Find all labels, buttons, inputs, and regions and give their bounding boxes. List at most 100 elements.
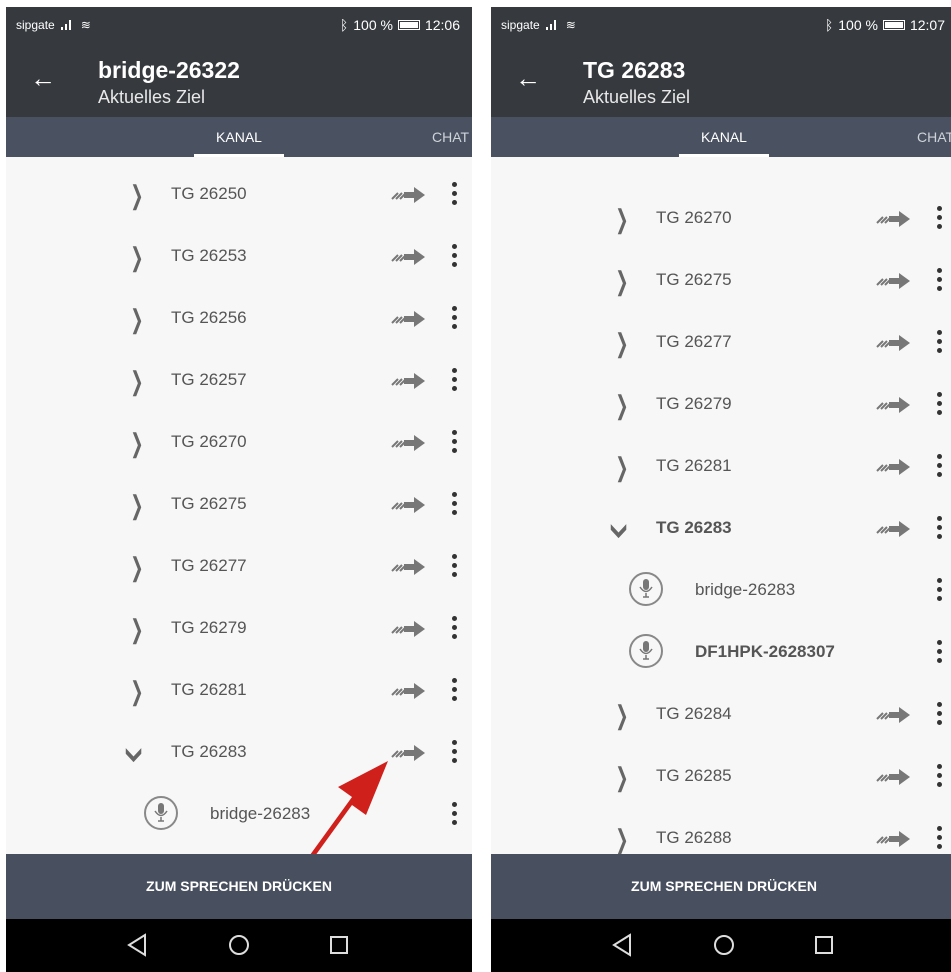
forward-arrow-icon[interactable] (390, 558, 426, 576)
chevron-right-icon[interactable]: ❯ (130, 430, 143, 456)
channel-row[interactable]: ❯ TG 26270 (491, 188, 951, 250)
push-to-talk-button[interactable]: ZUM SPRECHEN DRÜCKEN (491, 854, 951, 919)
nav-recent-apps-icon[interactable] (329, 935, 349, 955)
chevron-right-icon[interactable]: ❯ (130, 678, 143, 704)
back-arrow-icon[interactable]: ← (30, 65, 56, 91)
more-options-icon[interactable] (933, 700, 945, 730)
tab-chat[interactable]: CHAT (432, 129, 469, 145)
more-options-icon[interactable] (933, 576, 945, 606)
channel-row[interactable]: ❯ TG 26285 (491, 746, 951, 808)
more-options-icon[interactable] (448, 800, 460, 830)
status-bar: sipgate ≋ ᛒ 100 % 12:06 (6, 7, 472, 45)
channel-row[interactable]: ❯ TG 26257 (6, 350, 472, 412)
forward-arrow-icon[interactable] (390, 310, 426, 328)
channel-row[interactable]: ❯ TG 26277 (491, 312, 951, 374)
channel-row[interactable]: ❯ TG 26288 (491, 808, 951, 854)
more-options-icon[interactable] (448, 304, 460, 334)
chevron-right-icon[interactable]: ❯ (130, 244, 143, 270)
channel-row[interactable]: ❯ TG 26275 (491, 250, 951, 312)
page-title: TG 26283 (583, 57, 686, 83)
channel-row[interactable]: ❯ TG 26270 (6, 412, 472, 474)
back-arrow-icon[interactable]: ← (515, 65, 541, 91)
member-row[interactable]: bridge-26283 (6, 784, 472, 846)
more-options-icon[interactable] (933, 390, 945, 420)
channel-row[interactable]: ❯ TG 26279 (6, 598, 472, 660)
chevron-right-icon[interactable]: ❯ (130, 182, 143, 208)
forward-arrow-icon[interactable] (875, 706, 911, 724)
channel-row[interactable]: ❯ TG 26253 (6, 226, 472, 288)
nav-home-icon[interactable] (228, 934, 250, 956)
tab-kanal[interactable]: KANAL (194, 129, 284, 145)
more-options-icon[interactable] (448, 552, 460, 582)
channel-row[interactable]: ❯ TG 26281 (491, 436, 951, 498)
more-options-icon[interactable] (448, 242, 460, 272)
chevron-right-icon[interactable]: ❯ (130, 616, 143, 642)
chevron-down-icon[interactable]: ❯ (611, 520, 629, 542)
forward-arrow-icon[interactable] (875, 830, 911, 848)
more-options-icon[interactable] (448, 366, 460, 396)
more-options-icon[interactable] (448, 490, 460, 520)
member-label: bridge-26283 (695, 580, 796, 599)
more-options-icon[interactable] (933, 824, 945, 854)
forward-arrow-icon[interactable] (875, 520, 911, 538)
forward-arrow-icon[interactable] (390, 186, 426, 204)
chevron-right-icon[interactable]: ❯ (615, 330, 628, 356)
forward-arrow-icon[interactable] (390, 682, 426, 700)
tab-chat[interactable]: CHAT (917, 129, 951, 145)
more-options-icon[interactable] (448, 614, 460, 644)
channel-row-expanded[interactable]: ❯ TG 26283 (6, 722, 472, 784)
channel-label: TG 26277 (171, 556, 247, 575)
forward-arrow-icon[interactable] (390, 248, 426, 266)
channel-row[interactable]: ❯ TG 26250 (6, 164, 472, 226)
channel-row[interactable]: ❯ TG 26277 (6, 536, 472, 598)
chevron-right-icon[interactable]: ❯ (615, 764, 628, 790)
channel-row[interactable]: ❯ TG 26281 (6, 660, 472, 722)
channel-row-expanded[interactable]: ❯ TG 26283 (491, 498, 951, 560)
more-options-icon[interactable] (933, 266, 945, 296)
channel-row[interactable]: ❯ TG 26275 (6, 474, 472, 536)
tab-kanal[interactable]: KANAL (679, 129, 769, 145)
chevron-right-icon[interactable]: ❯ (615, 268, 628, 294)
more-options-icon[interactable] (448, 180, 460, 210)
more-options-icon[interactable] (448, 676, 460, 706)
more-options-icon[interactable] (448, 428, 460, 458)
forward-arrow-icon[interactable] (390, 620, 426, 638)
channel-row[interactable]: ❯ TG 26256 (6, 288, 472, 350)
forward-arrow-icon[interactable] (875, 334, 911, 352)
forward-arrow-icon[interactable] (390, 372, 426, 390)
push-to-talk-button[interactable]: ZUM SPRECHEN DRÜCKEN (6, 854, 472, 919)
forward-arrow-icon[interactable] (875, 768, 911, 786)
forward-arrow-icon[interactable] (875, 272, 911, 290)
chevron-right-icon[interactable]: ❯ (130, 492, 143, 518)
nav-back-icon[interactable] (126, 933, 148, 957)
forward-arrow-icon[interactable] (390, 496, 426, 514)
chevron-right-icon[interactable]: ❯ (615, 454, 628, 480)
channel-row[interactable]: ❯ TG 26279 (491, 374, 951, 436)
channel-row[interactable]: ❯ TG 26284 (491, 684, 951, 746)
chevron-right-icon[interactable]: ❯ (615, 392, 628, 418)
member-row[interactable]: bridge-26283 (491, 560, 951, 622)
more-options-icon[interactable] (448, 738, 460, 768)
more-options-icon[interactable] (933, 204, 945, 234)
member-row[interactable]: DF1HPK-2628307 (491, 622, 951, 684)
chevron-right-icon[interactable]: ❯ (615, 702, 628, 728)
chevron-right-icon[interactable]: ❯ (130, 368, 143, 394)
more-options-icon[interactable] (933, 514, 945, 544)
forward-arrow-icon[interactable] (875, 210, 911, 228)
chevron-down-icon[interactable]: ❯ (126, 744, 144, 766)
more-options-icon[interactable] (933, 452, 945, 482)
chevron-right-icon[interactable]: ❯ (130, 306, 143, 332)
chevron-right-icon[interactable]: ❯ (615, 826, 628, 852)
chevron-right-icon[interactable]: ❯ (615, 206, 628, 232)
forward-arrow-icon[interactable] (875, 396, 911, 414)
more-options-icon[interactable] (933, 638, 945, 668)
chevron-right-icon[interactable]: ❯ (130, 554, 143, 580)
forward-arrow-icon[interactable] (875, 458, 911, 476)
nav-back-icon[interactable] (611, 933, 633, 957)
nav-home-icon[interactable] (713, 934, 735, 956)
forward-arrow-icon[interactable] (390, 434, 426, 452)
battery-icon (882, 20, 905, 30)
nav-recent-apps-icon[interactable] (814, 935, 834, 955)
more-options-icon[interactable] (933, 762, 945, 792)
more-options-icon[interactable] (933, 328, 945, 358)
